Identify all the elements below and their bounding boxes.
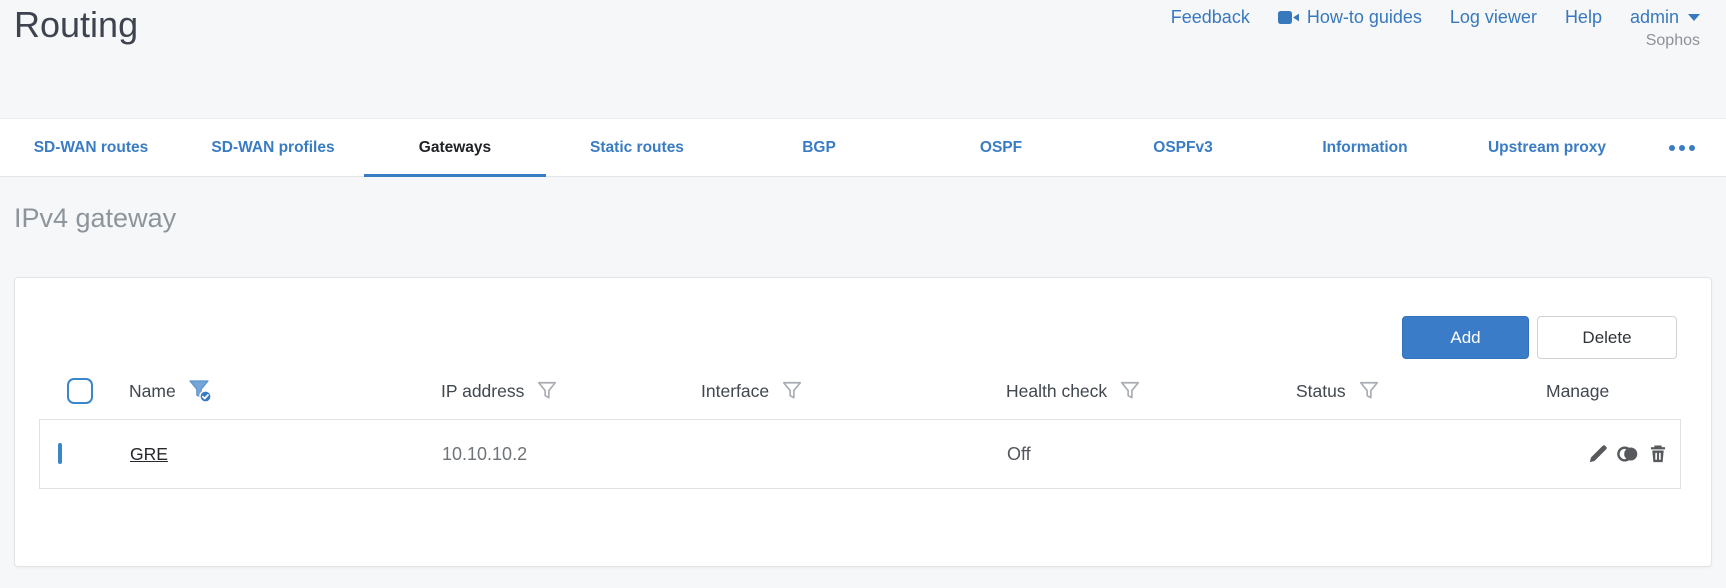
clone-icon[interactable]: [1616, 443, 1640, 465]
video-camera-icon: [1277, 10, 1300, 25]
section-title: IPv4 gateway: [14, 203, 177, 233]
help-link[interactable]: Help: [1565, 7, 1602, 28]
filter-icon[interactable]: [536, 380, 558, 402]
row-checkbox[interactable]: [58, 443, 62, 464]
admin-menu[interactable]: admin: [1630, 7, 1700, 28]
manage-cell: [1537, 443, 1682, 465]
column-header-interface: Interface: [691, 380, 996, 402]
feedback-link[interactable]: Feedback: [1171, 7, 1250, 28]
gateway-name-link[interactable]: GRE: [130, 444, 168, 464]
select-all-checkbox[interactable]: [67, 378, 93, 404]
tab-sdwan-routes[interactable]: SD-WAN routes: [0, 119, 182, 176]
tab-sdwan-profiles[interactable]: SD-WAN profiles: [182, 119, 364, 176]
column-header-status: Status: [1286, 380, 1536, 402]
tab-ospfv3[interactable]: OSPFv3: [1092, 119, 1274, 176]
select-all-cell: [39, 378, 119, 404]
filter-icon[interactable]: [781, 380, 803, 402]
caret-down-icon: [1688, 14, 1700, 21]
delete-button[interactable]: Delete: [1537, 316, 1677, 359]
filter-active-icon[interactable]: [188, 379, 214, 403]
gateway-card: Add Delete Name IP address Interface Hea…: [14, 277, 1712, 567]
add-button[interactable]: Add: [1402, 316, 1529, 359]
tab-gateways[interactable]: Gateways: [364, 119, 546, 177]
column-header-health-check: Health check: [996, 380, 1286, 402]
tab-bar: SD-WAN routes SD-WAN profiles Gateways S…: [0, 118, 1726, 177]
column-header-name: Name: [119, 379, 431, 403]
page-title: Routing: [14, 4, 139, 45]
table-row: GRE 10.10.10.2 Off: [39, 419, 1681, 489]
log-viewer-link[interactable]: Log viewer: [1450, 7, 1537, 28]
how-to-guides-link[interactable]: How-to guides: [1277, 7, 1422, 28]
filter-icon[interactable]: [1119, 380, 1141, 402]
ip-address-cell: 10.10.10.2: [442, 443, 528, 464]
health-check-cell: Off: [1007, 443, 1031, 464]
ellipsis-icon: [1689, 144, 1695, 151]
table-header-row: Name IP address Interface Health check S…: [39, 363, 1681, 419]
tab-bgp[interactable]: BGP: [728, 119, 910, 176]
edit-icon[interactable]: [1587, 443, 1609, 465]
delete-icon[interactable]: [1647, 443, 1669, 465]
routing-page: Routing Feedback How-to guides Log viewe…: [0, 0, 1726, 588]
column-header-ip-address: IP address: [431, 380, 691, 402]
ellipsis-icon: [1669, 144, 1675, 151]
brand-label: Sophos: [1645, 32, 1700, 49]
column-header-manage: Manage: [1546, 380, 1610, 401]
more-tabs-button[interactable]: [1638, 119, 1726, 176]
row-select-cell: [40, 443, 120, 464]
tab-upstream-proxy[interactable]: Upstream proxy: [1456, 119, 1638, 176]
tab-information[interactable]: Information: [1274, 119, 1456, 176]
tab-ospf[interactable]: OSPF: [910, 119, 1092, 176]
ellipsis-icon: [1679, 144, 1685, 151]
tab-static-routes[interactable]: Static routes: [546, 119, 728, 176]
filter-icon[interactable]: [1358, 380, 1380, 402]
name-cell: GRE: [120, 444, 432, 465]
table-toolbar: Add Delete: [1402, 316, 1677, 359]
header-links: Feedback How-to guides Log viewer Help a…: [1171, 7, 1700, 28]
status-cell: [1287, 444, 1537, 465]
gateway-table: Name IP address Interface Health check S…: [39, 363, 1681, 489]
